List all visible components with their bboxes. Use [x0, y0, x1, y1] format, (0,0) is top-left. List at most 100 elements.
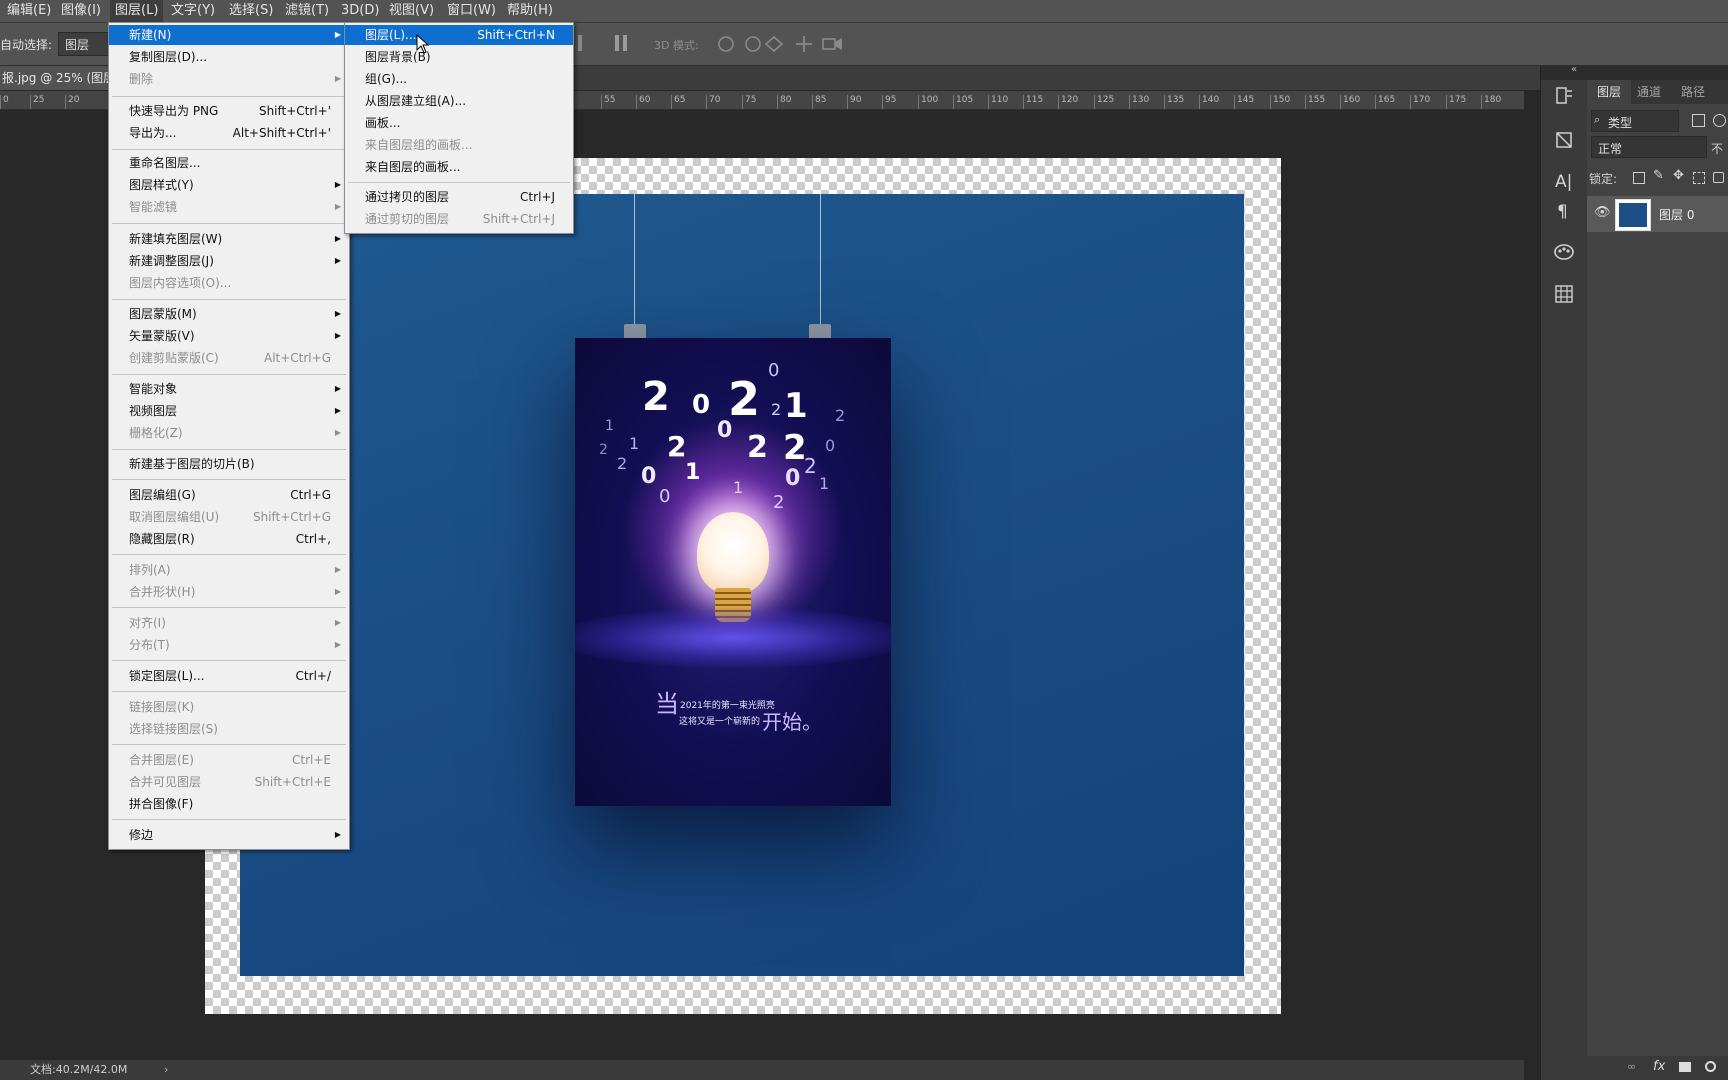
menu-view[interactable]: 视图(V): [384, 0, 439, 22]
menu-item-vector-mask[interactable]: 矢量蒙版(V) ▶: [109, 326, 349, 346]
menu-separator: [112, 223, 346, 224]
layer-row[interactable]: 👁 图层 0: [1587, 196, 1728, 232]
submenu-item-artboard[interactable]: 画板...: [345, 113, 573, 133]
floating-digit: 0: [659, 486, 671, 507]
ruler-tick: 100: [918, 95, 938, 109]
menu-separator: [348, 182, 570, 183]
submenu-item-group[interactable]: 组(G)...: [345, 69, 573, 89]
menu-item-hide-layers[interactable]: 隐藏图层(R) Ctrl+,: [109, 529, 349, 549]
mode-3d-label: 3D 模式:: [654, 39, 699, 52]
floating-digit: 2: [617, 454, 628, 473]
history-icon[interactable]: [1554, 86, 1574, 106]
menu-item-lock-layers[interactable]: 锁定图层(L)... Ctrl+/: [109, 666, 349, 686]
floating-digit: 2: [771, 400, 782, 419]
adjustment-filter-icon[interactable]: [1713, 114, 1726, 127]
visibility-eye-icon[interactable]: 👁: [1594, 205, 1611, 220]
submenu-item-artboard-from-layers[interactable]: 来自图层的画板...: [345, 157, 573, 177]
poster-image: 2 0 2 1 2 0 2 1 2 0 2 1 0 2 1 2 0 2 1 0 …: [575, 338, 891, 806]
poster-line-2: 这将又是一个崭新的: [679, 717, 761, 727]
tab-layers[interactable]: 图层: [1587, 80, 1631, 104]
collapse-icon[interactable]: «: [1571, 64, 1577, 75]
image-filter-icon[interactable]: [1692, 114, 1705, 127]
menu-window[interactable]: 窗口(W): [442, 0, 501, 22]
menu-item-new[interactable]: 新建(N) ▶: [109, 25, 349, 45]
lock-transparent-icon[interactable]: [1633, 172, 1645, 184]
ruler-tick: 105: [953, 95, 973, 109]
menu-filter[interactable]: 滤镜(T): [280, 0, 334, 22]
floating-digit: 2: [773, 492, 785, 513]
menu-item-layer-mask[interactable]: 图层蒙版(M) ▶: [109, 304, 349, 324]
ruler-tick: 65: [671, 95, 685, 109]
lock-artboard-icon[interactable]: [1693, 172, 1705, 184]
align-icon[interactable]: [578, 35, 582, 51]
fx-icon[interactable]: fx: [1653, 1059, 1665, 1074]
tab-paths[interactable]: 路径: [1681, 80, 1705, 104]
submenu-item-group-from-layers[interactable]: 从图层建立组(A)...: [345, 91, 573, 111]
menu-separator: [112, 660, 346, 661]
menu-item-rename-layer[interactable]: 重命名图层...: [109, 153, 349, 173]
menu-item-delete: 删除 ▶: [109, 69, 349, 89]
submenu-arrow-icon: ▶: [334, 618, 341, 627]
submenu-arrow-icon: ▶: [334, 587, 341, 596]
menu-help[interactable]: 帮助(H): [502, 0, 558, 22]
menu-item-flatten-image[interactable]: 拼合图像(F): [109, 794, 349, 814]
document-tab-title: 报.jpg @ 25% (图层: [2, 71, 114, 85]
menu-item-smart-object[interactable]: 智能对象 ▶: [109, 379, 349, 399]
menu-item-video-layer[interactable]: 视频图层 ▶: [109, 401, 349, 421]
menu-3d[interactable]: 3D(D): [336, 0, 384, 22]
ruler-tick: 145: [1234, 95, 1254, 109]
menu-item-new-layer-slice[interactable]: 新建基于图层的切片(B): [109, 454, 349, 474]
menu-item-duplicate-layer[interactable]: 复制图层(D)...: [109, 47, 349, 67]
link-icon[interactable]: ∞: [1627, 1060, 1636, 1073]
properties-icon[interactable]: [1554, 130, 1574, 150]
lock-move-icon[interactable]: ✥: [1673, 168, 1684, 183]
distribute-icon[interactable]: [615, 35, 627, 51]
floating-digit: 2: [835, 406, 846, 425]
menu-item-new-adjustment-layer[interactable]: 新建调整图层(J) ▶: [109, 251, 349, 271]
floating-digit: 1: [733, 478, 744, 497]
mask-icon[interactable]: [1679, 1062, 1691, 1072]
menu-select[interactable]: 选择(S): [224, 0, 278, 22]
menu-type[interactable]: 文字(Y): [166, 0, 220, 22]
menu-image[interactable]: 图像(I): [56, 0, 106, 22]
new-submenu: 图层(L)... Shift+Ctrl+N 图层背景(B) 组(G)... 从图层…: [344, 22, 574, 234]
menu-item-select-linked-layers: 选择链接图层(S): [129, 722, 218, 736]
character-icon[interactable]: A|: [1555, 172, 1572, 192]
adjustment-layer-icon[interactable]: [1705, 1061, 1716, 1072]
paragraph-icon[interactable]: ¶: [1557, 202, 1568, 222]
floating-digit: 0: [641, 464, 657, 489]
3d-tools-icon[interactable]: [716, 34, 848, 54]
status-bar: 文档:40.2M/42.0M ›: [0, 1060, 1524, 1080]
lock-all-icon[interactable]: [1713, 172, 1724, 183]
document-size: 文档:40.2M/42.0M: [30, 1063, 128, 1076]
grid-icon[interactable]: [1554, 284, 1574, 304]
menu-item-layer-content-options: 图层内容选项(O)...: [129, 276, 232, 290]
floating-digit: 0: [825, 436, 836, 455]
menu-edit[interactable]: 编辑(E): [2, 0, 56, 22]
ruler-tick: 150: [1270, 95, 1290, 109]
submenu-item-layer-via-copy[interactable]: 通过拷贝的图层 Ctrl+J: [345, 187, 573, 207]
auto-select-dropdown[interactable]: 图层: [58, 32, 110, 56]
menu-item-quick-export-png[interactable]: 快速导出为 PNG Shift+Ctrl+': [109, 101, 349, 121]
submenu-item-layer[interactable]: 图层(L)... Shift+Ctrl+N: [345, 25, 573, 45]
menu-layer[interactable]: 图层(L): [110, 0, 164, 22]
layer-filter-dropdown[interactable]: ⌕ 类型: [1591, 110, 1679, 132]
menu-item-layer-style[interactable]: 图层样式(Y) ▶: [109, 175, 349, 195]
tab-channels[interactable]: 通道: [1637, 80, 1661, 104]
menu-item-group-layers[interactable]: 图层编组(G) Ctrl+G: [109, 485, 349, 505]
hanging-string: [634, 194, 635, 324]
ruler-tick: 115: [1023, 95, 1043, 109]
status-arrow-icon[interactable]: ›: [164, 1060, 168, 1080]
ruler-tick: 85: [812, 95, 826, 109]
layer-name[interactable]: 图层 0: [1659, 206, 1694, 223]
collapse-bar[interactable]: «: [1541, 64, 1587, 80]
auto-select-value: 图层: [65, 38, 90, 52]
swatches-icon[interactable]: [1553, 242, 1575, 262]
document-tab[interactable]: 报.jpg @ 25% (图层: [0, 66, 114, 90]
blend-mode-dropdown[interactable]: 正常: [1591, 136, 1707, 158]
menu-item-new-fill-layer[interactable]: 新建填充图层(W) ▶: [109, 229, 349, 249]
submenu-item-layer-from-background[interactable]: 图层背景(B): [345, 47, 573, 67]
menu-item-matting[interactable]: 修边 ▶: [109, 825, 349, 845]
lock-brush-icon[interactable]: ✎: [1653, 168, 1664, 183]
menu-item-export-as[interactable]: 导出为... Alt+Shift+Ctrl+': [109, 123, 349, 143]
